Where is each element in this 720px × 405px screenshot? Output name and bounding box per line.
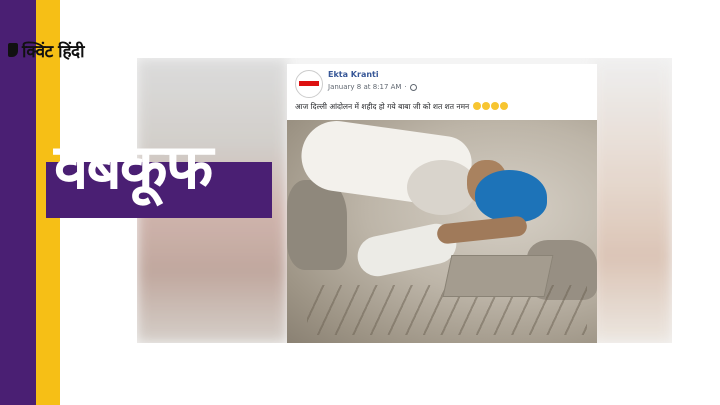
webqoof-headline: वेबकूफ bbox=[54, 130, 213, 203]
post-caption: आज दिल्ली आंदोलन में शहीद हो गये बाबा जी… bbox=[295, 102, 508, 112]
page-avatar bbox=[295, 70, 323, 98]
photo-rock bbox=[287, 180, 347, 270]
crying-emoji-icon bbox=[472, 102, 481, 110]
post-date: January 8 at 8:17 AM bbox=[328, 83, 402, 91]
logo-text: क्विंट हिंदी bbox=[22, 41, 84, 62]
post-photo bbox=[287, 120, 597, 343]
photo-person-turban bbox=[475, 170, 547, 222]
crying-emoji-icon bbox=[481, 102, 490, 110]
post-card: Ekta Kranti January 8 at 8:17 AM · आज दि… bbox=[287, 64, 597, 343]
globe-icon bbox=[409, 83, 417, 91]
post-header: Ekta Kranti January 8 at 8:17 AM · bbox=[295, 68, 590, 106]
page-name: Ekta Kranti bbox=[328, 70, 379, 79]
post-meta: January 8 at 8:17 AM · bbox=[328, 83, 417, 91]
caption-text: आज दिल्ली आंदोलन में शहीद हो गये बाबा जी… bbox=[295, 102, 470, 111]
crying-emoji-icon bbox=[490, 102, 499, 110]
blurred-background-right bbox=[592, 58, 672, 343]
avatar-logo-band bbox=[299, 81, 319, 86]
crying-emoji-icon bbox=[499, 102, 508, 110]
photo-stone-slab bbox=[442, 255, 554, 297]
quint-hindi-logo: क्विंट हिंदी bbox=[8, 38, 84, 62]
quint-logo-mark-icon bbox=[8, 43, 18, 57]
